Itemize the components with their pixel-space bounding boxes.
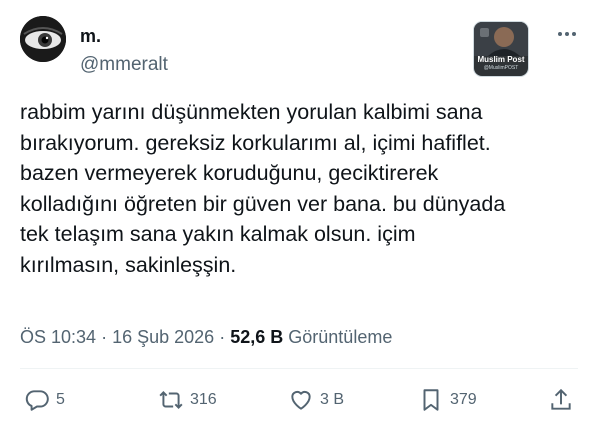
divider [20, 368, 578, 369]
reply-icon [25, 390, 49, 411]
author-name[interactable]: m. [80, 26, 101, 46]
more-icon-dot [565, 32, 569, 36]
like-count: 3 B [320, 391, 345, 408]
muslim-post-watermark-logo: Muslim Post @MuslimPOST [474, 22, 528, 76]
like-button[interactable]: 3 B [288, 386, 344, 414]
avatar[interactable] [20, 16, 66, 62]
retweet-icon [159, 391, 183, 409]
tweet-meta: ÖS 10:34 · 16 Şub 2026 · 52,6 B Görüntül… [20, 326, 392, 348]
avatar-eye-image [20, 16, 66, 62]
bookmark-icon [423, 389, 439, 411]
tweet-text: rabbim yarını düşünmekten yorulan kalbim… [20, 100, 506, 277]
views-label: Görüntüleme [288, 327, 393, 347]
share-icon [551, 388, 571, 410]
watermark-subtitle: @MuslimPOST [483, 65, 519, 71]
more-icon-dot [572, 32, 576, 36]
watermark-portrait-image [474, 22, 528, 56]
meta-separator: · [219, 327, 226, 347]
meta-separator: · [101, 327, 108, 347]
views-count: 52,6 B [230, 327, 284, 347]
more-icon [558, 32, 562, 36]
author-handle[interactable]: @mmeralt [80, 54, 168, 76]
tweet-date[interactable]: 16 Şub 2026 [112, 327, 214, 347]
reply-button[interactable]: 5 [24, 386, 65, 414]
retweet-count: 316 [190, 391, 217, 408]
reply-count: 5 [56, 391, 65, 408]
like-icon [291, 390, 311, 410]
bookmark-count: 379 [450, 391, 477, 408]
watermark-title: Muslim Post [477, 55, 525, 64]
tweet-time[interactable]: ÖS 10:34 [20, 327, 96, 347]
retweet-button[interactable]: 316 [158, 386, 217, 414]
share-button[interactable] [548, 386, 574, 414]
more-options-button[interactable] [554, 24, 580, 44]
bookmark-button[interactable]: 379 [418, 386, 477, 414]
